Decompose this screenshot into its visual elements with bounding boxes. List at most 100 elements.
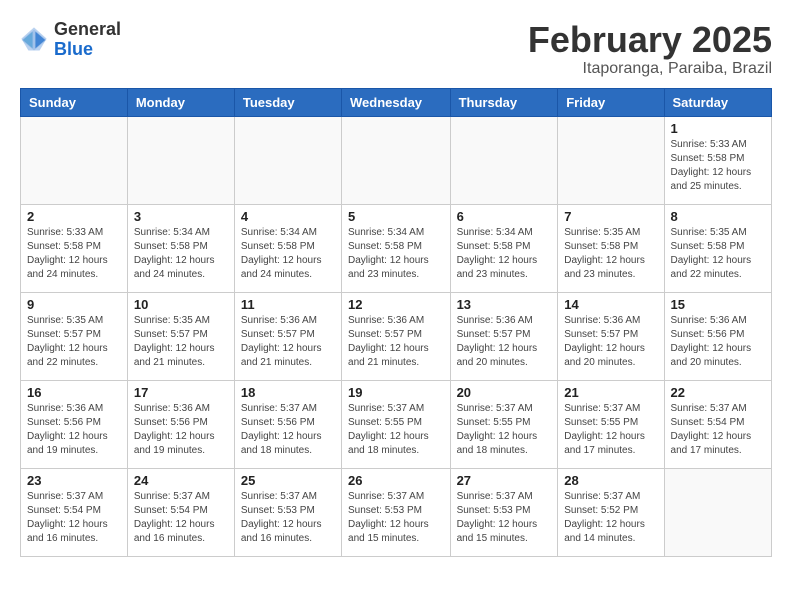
- calendar-cell: 11 Sunrise: 5:36 AM Sunset: 5:57 PM Dayli…: [234, 292, 341, 380]
- logo-general-text: General: [54, 20, 121, 40]
- calendar-cell: 25 Sunrise: 5:37 AM Sunset: 5:53 PM Dayli…: [234, 468, 341, 556]
- day-header-monday: Monday: [127, 88, 234, 116]
- header-row: SundayMondayTuesdayWednesdayThursdayFrid…: [21, 88, 772, 116]
- week-row-3: 16 Sunrise: 5:36 AM Sunset: 5:56 PM Dayli…: [21, 380, 772, 468]
- logo: General Blue: [20, 20, 121, 60]
- day-number: 28: [564, 473, 657, 488]
- logo-icon: [20, 26, 48, 54]
- calendar-cell: 15Sunrise: 5:36 AM Sunset: 5:56 PM Dayli…: [664, 292, 771, 380]
- calendar-cell: [664, 468, 771, 556]
- week-row-2: 9Sunrise: 5:35 AM Sunset: 5:57 PM Daylig…: [21, 292, 772, 380]
- day-number: 12: [348, 297, 444, 312]
- day-header-wednesday: Wednesday: [342, 88, 451, 116]
- day-header-friday: Friday: [558, 88, 664, 116]
- day-number: 13: [457, 297, 552, 312]
- calendar-cell: [234, 116, 341, 204]
- day-number: 27: [457, 473, 552, 488]
- location-subtitle: Itaporanga, Paraiba, Brazil: [528, 60, 772, 78]
- day-info: Sunrise: 5:37 AM Sunset: 5:54 PM Dayligh…: [27, 490, 121, 546]
- day-number: 2: [27, 209, 121, 224]
- day-info: Sunrise: 5:34 AM Sunset: 5:58 PM Dayligh…: [348, 226, 444, 282]
- day-info: Sunrise: 5:37 AM Sunset: 5:55 PM Dayligh…: [564, 402, 657, 458]
- day-info: Sunrise: 5:37 AM Sunset: 5:55 PM Dayligh…: [348, 402, 444, 458]
- day-info: Sunrise: 5:37 AM Sunset: 5:56 PM Dayligh…: [241, 402, 335, 458]
- logo-text: General Blue: [54, 20, 121, 60]
- day-info: Sunrise: 5:37 AM Sunset: 5:53 PM Dayligh…: [457, 490, 552, 546]
- week-row-1: 2 Sunrise: 5:33 AM Sunset: 5:58 PM Daylig…: [21, 204, 772, 292]
- calendar-cell: 21 Sunrise: 5:37 AM Sunset: 5:55 PM Dayli…: [558, 380, 664, 468]
- calendar-cell: 12 Sunrise: 5:36 AM Sunset: 5:57 PM Dayli…: [342, 292, 451, 380]
- day-number: 5: [348, 209, 444, 224]
- calendar-cell: 4 Sunrise: 5:34 AM Sunset: 5:58 PM Daylig…: [234, 204, 341, 292]
- day-info: Sunrise: 5:37 AM Sunset: 5:53 PM Dayligh…: [348, 490, 444, 546]
- calendar-cell: 22 Sunrise: 5:37 AM Sunset: 5:54 PM Dayli…: [664, 380, 771, 468]
- day-number: 26: [348, 473, 444, 488]
- week-row-4: 23 Sunrise: 5:37 AM Sunset: 5:54 PM Dayli…: [21, 468, 772, 556]
- day-header-sunday: Sunday: [21, 88, 128, 116]
- day-info: Sunrise: 5:35 AM Sunset: 5:58 PM Dayligh…: [564, 226, 657, 282]
- calendar-cell: [342, 116, 451, 204]
- calendar-cell: 26 Sunrise: 5:37 AM Sunset: 5:53 PM Dayli…: [342, 468, 451, 556]
- day-number: 21: [564, 385, 657, 400]
- day-info: Sunrise: 5:37 AM Sunset: 5:52 PM Dayligh…: [564, 490, 657, 546]
- title-section: February 2025 Itaporanga, Paraiba, Brazi…: [528, 20, 772, 78]
- day-info: Sunrise: 5:36 AM Sunset: 5:56 PM Dayligh…: [27, 402, 121, 458]
- day-info: Sunrise: 5:36 AM Sunset: 5:56 PM Dayligh…: [671, 314, 765, 370]
- day-info: Sunrise: 5:36 AM Sunset: 5:57 PM Dayligh…: [457, 314, 552, 370]
- day-number: 20: [457, 385, 552, 400]
- day-info: Sunrise: 5:33 AM Sunset: 5:58 PM Dayligh…: [671, 138, 765, 194]
- calendar-cell: 5 Sunrise: 5:34 AM Sunset: 5:58 PM Daylig…: [342, 204, 451, 292]
- day-number: 3: [134, 209, 228, 224]
- day-number: 22: [671, 385, 765, 400]
- calendar-cell: 18 Sunrise: 5:37 AM Sunset: 5:56 PM Dayli…: [234, 380, 341, 468]
- day-info: Sunrise: 5:33 AM Sunset: 5:58 PM Dayligh…: [27, 226, 121, 282]
- day-info: Sunrise: 5:37 AM Sunset: 5:53 PM Dayligh…: [241, 490, 335, 546]
- day-info: Sunrise: 5:34 AM Sunset: 5:58 PM Dayligh…: [134, 226, 228, 282]
- day-number: 14: [564, 297, 657, 312]
- day-info: Sunrise: 5:36 AM Sunset: 5:57 PM Dayligh…: [348, 314, 444, 370]
- calendar-cell: 1 Sunrise: 5:33 AM Sunset: 5:58 PM Daylig…: [664, 116, 771, 204]
- day-number: 6: [457, 209, 552, 224]
- calendar-cell: 14 Sunrise: 5:36 AM Sunset: 5:57 PM Dayli…: [558, 292, 664, 380]
- day-info: Sunrise: 5:34 AM Sunset: 5:58 PM Dayligh…: [457, 226, 552, 282]
- calendar-cell: [127, 116, 234, 204]
- day-number: 10: [134, 297, 228, 312]
- day-header-thursday: Thursday: [450, 88, 558, 116]
- day-info: Sunrise: 5:35 AM Sunset: 5:57 PM Dayligh…: [27, 314, 121, 370]
- day-info: Sunrise: 5:36 AM Sunset: 5:57 PM Dayligh…: [564, 314, 657, 370]
- calendar-table: SundayMondayTuesdayWednesdayThursdayFrid…: [20, 88, 772, 557]
- calendar-cell: 9Sunrise: 5:35 AM Sunset: 5:57 PM Daylig…: [21, 292, 128, 380]
- day-number: 16: [27, 385, 121, 400]
- day-info: Sunrise: 5:36 AM Sunset: 5:56 PM Dayligh…: [134, 402, 228, 458]
- calendar-cell: 27 Sunrise: 5:37 AM Sunset: 5:53 PM Dayli…: [450, 468, 558, 556]
- calendar-cell: 28 Sunrise: 5:37 AM Sunset: 5:52 PM Dayli…: [558, 468, 664, 556]
- calendar-cell: 17Sunrise: 5:36 AM Sunset: 5:56 PM Dayli…: [127, 380, 234, 468]
- calendar-cell: 3 Sunrise: 5:34 AM Sunset: 5:58 PM Daylig…: [127, 204, 234, 292]
- calendar-body: 1 Sunrise: 5:33 AM Sunset: 5:58 PM Daylig…: [21, 116, 772, 556]
- calendar-cell: 19Sunrise: 5:37 AM Sunset: 5:55 PM Dayli…: [342, 380, 451, 468]
- day-number: 18: [241, 385, 335, 400]
- calendar-cell: [450, 116, 558, 204]
- calendar-cell: 6 Sunrise: 5:34 AM Sunset: 5:58 PM Daylig…: [450, 204, 558, 292]
- week-row-0: 1 Sunrise: 5:33 AM Sunset: 5:58 PM Daylig…: [21, 116, 772, 204]
- day-info: Sunrise: 5:35 AM Sunset: 5:58 PM Dayligh…: [671, 226, 765, 282]
- calendar-cell: 20Sunrise: 5:37 AM Sunset: 5:55 PM Dayli…: [450, 380, 558, 468]
- day-number: 7: [564, 209, 657, 224]
- calendar-cell: 8Sunrise: 5:35 AM Sunset: 5:58 PM Daylig…: [664, 204, 771, 292]
- calendar-cell: [21, 116, 128, 204]
- header: General Blue February 2025 Itaporanga, P…: [20, 20, 772, 78]
- calendar-cell: 13 Sunrise: 5:36 AM Sunset: 5:57 PM Dayli…: [450, 292, 558, 380]
- calendar-cell: 7 Sunrise: 5:35 AM Sunset: 5:58 PM Daylig…: [558, 204, 664, 292]
- day-number: 23: [27, 473, 121, 488]
- day-number: 25: [241, 473, 335, 488]
- day-number: 11: [241, 297, 335, 312]
- day-info: Sunrise: 5:34 AM Sunset: 5:58 PM Dayligh…: [241, 226, 335, 282]
- day-info: Sunrise: 5:37 AM Sunset: 5:54 PM Dayligh…: [671, 402, 765, 458]
- day-header-tuesday: Tuesday: [234, 88, 341, 116]
- day-number: 1: [671, 121, 765, 136]
- day-number: 4: [241, 209, 335, 224]
- day-number: 24: [134, 473, 228, 488]
- calendar-cell: 2 Sunrise: 5:33 AM Sunset: 5:58 PM Daylig…: [21, 204, 128, 292]
- day-info: Sunrise: 5:35 AM Sunset: 5:57 PM Dayligh…: [134, 314, 228, 370]
- day-info: Sunrise: 5:36 AM Sunset: 5:57 PM Dayligh…: [241, 314, 335, 370]
